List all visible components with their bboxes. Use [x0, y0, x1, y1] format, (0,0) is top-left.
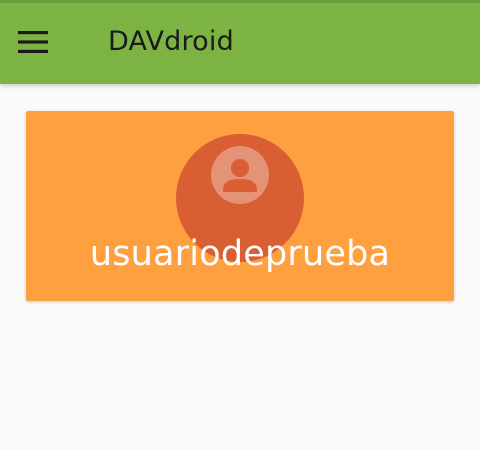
- hamburger-menu-icon: [18, 31, 48, 53]
- app-bar: DAVdroid: [0, 0, 480, 84]
- account-name: usuariodeprueba: [89, 234, 391, 274]
- status-bar-strip: [0, 0, 480, 3]
- account-card[interactable]: usuariodeprueba: [26, 111, 454, 301]
- navigation-menu-button[interactable]: [18, 22, 66, 62]
- account-circle-icon: [211, 146, 269, 204]
- app-title: DAVdroid: [108, 26, 234, 57]
